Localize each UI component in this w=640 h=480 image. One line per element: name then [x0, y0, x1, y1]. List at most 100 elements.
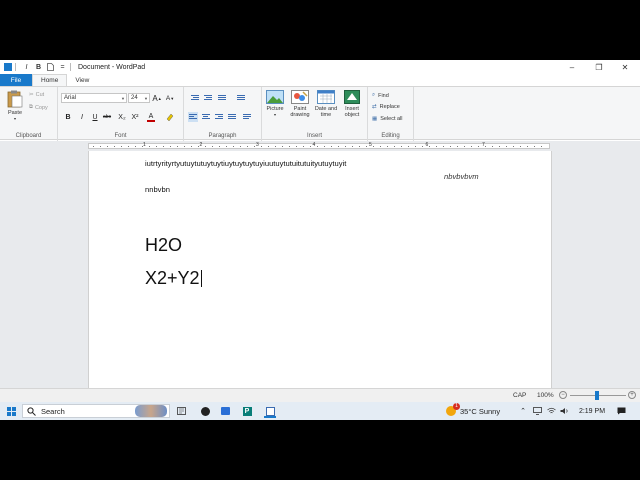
select-all-button[interactable]: ▦ Select all [372, 116, 403, 122]
divider [70, 63, 71, 71]
ruler-tick [121, 146, 122, 147]
chevron-up-icon[interactable]: ⌃ [518, 404, 528, 418]
paste-dropdown-arrow[interactable]: ▾ [4, 116, 26, 122]
align-left-icon[interactable] [188, 112, 198, 122]
close-button[interactable]: ✕ [612, 60, 638, 74]
minimize-button[interactable]: – [559, 60, 585, 74]
wifi-icon[interactable] [546, 404, 556, 418]
cut-button[interactable]: ✂ Cut [29, 92, 44, 98]
tab-file[interactable]: File [0, 74, 32, 86]
ruler-tick [233, 146, 234, 147]
superscript-button[interactable]: X² [130, 112, 140, 122]
ruler-tick [513, 146, 514, 147]
insert-object-button[interactable]: Insert object [340, 90, 364, 118]
paragraph-group-label: Paragraph [208, 133, 237, 139]
tab-view[interactable]: View [67, 74, 97, 86]
clock[interactable]: 2:19 PM [574, 404, 610, 418]
ruler-tick [261, 146, 262, 147]
paste-button[interactable]: Paste ▾ [4, 90, 26, 122]
text-color-button[interactable]: A [146, 112, 156, 122]
editing-group-label: Editing [381, 133, 400, 139]
ruler-tick [443, 146, 444, 147]
search-label: Search [41, 406, 65, 416]
title-bar: I B = Document - WordPad – ❐ ✕ [0, 60, 640, 74]
replace-button[interactable]: ⇄ Replace [372, 104, 400, 110]
ruler-tick [247, 146, 248, 147]
ruler-tick [352, 146, 353, 147]
ruler-tick [422, 146, 423, 147]
text-line-2[interactable]: nbvbvbvm [444, 172, 479, 181]
start-button[interactable] [4, 404, 18, 418]
text-line-x2y2[interactable]: X2+Y2 [145, 268, 202, 289]
volume-icon[interactable] [559, 404, 569, 418]
zoom-out-button[interactable]: − [559, 391, 567, 399]
ruler-tick [345, 146, 346, 147]
date-time-button[interactable]: Date and time [313, 90, 339, 118]
chevron-down-icon: ▼ [121, 95, 125, 101]
notification-icon[interactable] [614, 404, 628, 418]
tab-home[interactable]: Home [32, 74, 68, 86]
bullet-list-icon[interactable] [217, 93, 227, 103]
text-line-h2o[interactable]: H2O [145, 235, 182, 256]
wordpad-taskbar-icon[interactable] [262, 404, 278, 418]
text-caret [200, 270, 202, 287]
ruler-tick [142, 146, 143, 147]
store-app-icon[interactable] [218, 404, 232, 418]
paragraph-settings-icon[interactable] [242, 112, 252, 122]
subscript-button[interactable]: X₂ [117, 112, 127, 122]
italic-quick-button[interactable]: I [22, 63, 31, 72]
picture-button[interactable]: Picture ▾ [262, 90, 288, 118]
ruler-tick [380, 146, 381, 147]
bold-quick-button[interactable]: B [34, 63, 43, 72]
status-bar: CAP 100% − + [0, 388, 640, 402]
ruler-tick [254, 146, 255, 147]
publisher-app-icon[interactable]: P [240, 404, 254, 418]
align-center-icon[interactable] [201, 112, 211, 122]
increase-indent-icon[interactable] [203, 93, 213, 103]
font-family-select[interactable]: Arial ▼ [61, 93, 127, 103]
insert-group-label: Insert [306, 133, 322, 139]
task-view-icon[interactable] [174, 404, 188, 418]
copy-button[interactable]: ⧉ Copy [29, 104, 48, 111]
zoom-slider-thumb[interactable] [595, 391, 599, 400]
maximize-button[interactable]: ❐ [586, 60, 612, 74]
zoom-in-button[interactable]: + [628, 391, 636, 399]
text-line-3[interactable]: nnbvbn [145, 185, 170, 194]
font-size-select[interactable]: 24 ▼ [128, 93, 150, 103]
active-indicator [264, 416, 276, 418]
ruler-tick [219, 146, 220, 147]
underline-button[interactable]: U [90, 112, 100, 122]
sun-icon: 1 [446, 403, 460, 416]
document-page[interactable]: iutrtyrityrtyutuytutuytuytiuytuytuytuyiu… [88, 151, 552, 388]
text-line-1[interactable]: iutrtyrityrtyutuytutuytuytiuytuytuytuyiu… [145, 159, 346, 168]
insert-object-icon [344, 90, 360, 104]
ruler-tick [226, 146, 227, 147]
decrease-indent-icon[interactable] [190, 93, 200, 103]
align-right-icon[interactable] [214, 112, 224, 122]
grow-font-button[interactable]: A ▲ [152, 93, 162, 103]
customize-quick-access-button[interactable]: = [58, 63, 67, 72]
shrink-font-button[interactable]: A ▼ [165, 93, 175, 103]
obs-app-icon[interactable] [198, 404, 212, 418]
ruler[interactable]: 1 2 3 4 5 6 7 [88, 142, 550, 149]
ruler-tick [394, 146, 395, 147]
new-document-icon[interactable] [46, 63, 55, 72]
weather-widget[interactable]: 1 35°C Sunny [446, 403, 514, 418]
line-spacing-icon[interactable] [236, 93, 246, 103]
ruler-tick [534, 146, 535, 147]
strikethrough-button[interactable]: abc [102, 112, 112, 122]
ruler-tick [457, 146, 458, 147]
highlighter-icon [166, 113, 173, 121]
italic-button[interactable]: I [77, 112, 87, 122]
calendar-icon [317, 90, 335, 104]
highlight-color-button[interactable] [164, 112, 174, 122]
display-icon[interactable] [532, 404, 542, 418]
search-box[interactable]: Search [22, 404, 170, 418]
date-time-label: Date and time [314, 106, 338, 118]
find-button[interactable]: ⌕ Find [372, 92, 389, 99]
ruler-tick [128, 146, 129, 147]
paint-drawing-button[interactable]: Paint drawing [288, 90, 312, 118]
weather-badge: 1 [453, 403, 460, 410]
bold-button[interactable]: B [63, 112, 73, 122]
justify-icon[interactable] [227, 112, 237, 122]
